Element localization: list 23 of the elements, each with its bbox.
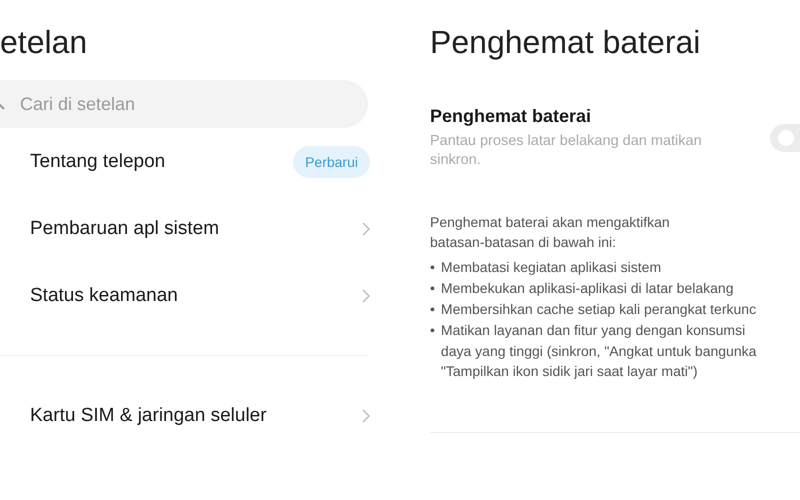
chevron-right-icon — [362, 288, 370, 302]
bullet: • — [430, 279, 435, 298]
bullet: • — [430, 258, 435, 277]
setting-description: Pantau proses latar belakang dan matikan sinkron. — [430, 132, 703, 170]
page-title: Penghemat baterai — [430, 23, 702, 62]
settings-row[interactable]: Status keamanan — [0, 262, 370, 329]
page-title: etelan — [0, 23, 88, 62]
intro-text: Penghemat baterai akan mengaktifkan batasan-batasan di bawah ini: — [430, 213, 671, 252]
setting-label: Penghemat baterai — [430, 106, 592, 127]
restriction-text: daya yang tinggi (sinkron, "Angkat untuk bangunka — [440, 342, 756, 361]
chevron-right-icon — [362, 408, 370, 422]
bullet: • — [430, 300, 435, 319]
settings-row[interactable]: Pembaruan apl sistem — [0, 195, 370, 262]
restriction-text: Membekukan aplikasi-aplikasi di latar belakang — [440, 279, 734, 298]
search-field[interactable]: Cari di setelan — [0, 80, 368, 128]
bullet: • — [430, 321, 435, 340]
restriction-text: "Tampilkan ikon sidik jari saat layar mati") — [440, 362, 698, 381]
restriction-text: Matikan layanan dan fitur yang dengan konsumsi — [440, 321, 746, 340]
chevron-right-icon — [362, 222, 370, 236]
restriction-text: Membersihkan cache setiap kali perangkat terkunc — [440, 300, 756, 319]
restriction-text: Membatasi kegiatan aplikasi sistem — [440, 258, 662, 277]
settings-row[interactable]: Kartu SIM & jaringan seluler — [0, 382, 370, 449]
settings-row[interactable]: Tentang telepon Perbarui — [0, 128, 370, 195]
